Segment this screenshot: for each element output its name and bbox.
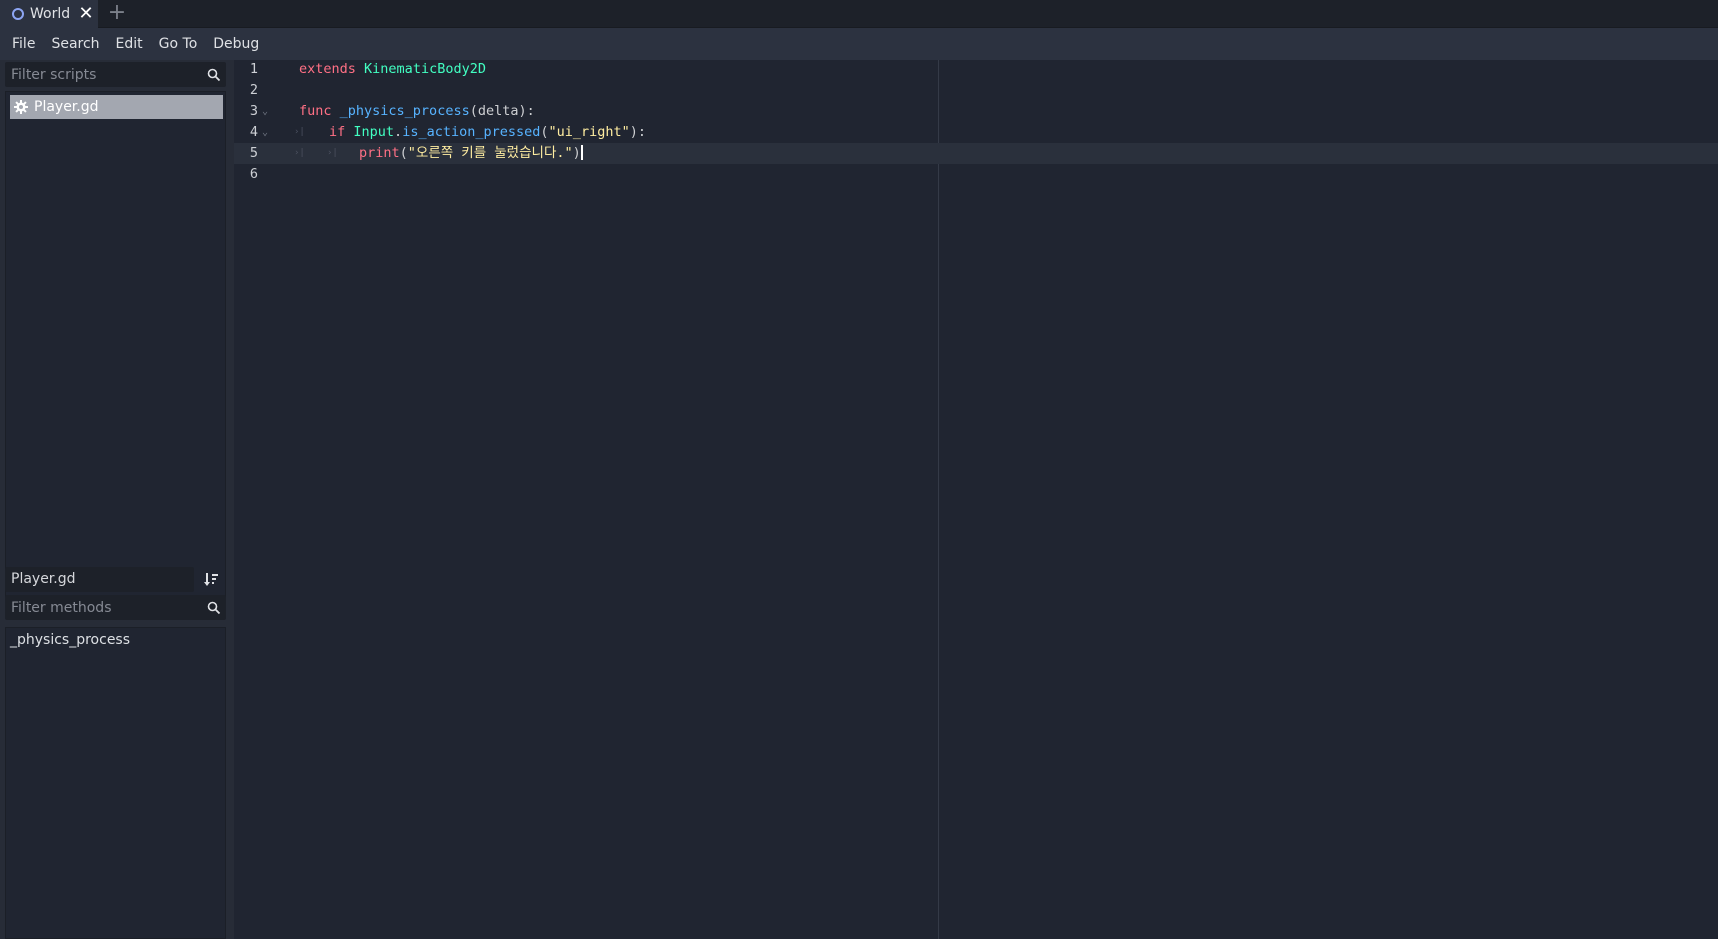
scene-tab-bar: World ✕ + xyxy=(0,0,1718,28)
line-length-guide xyxy=(938,60,939,939)
filter-methods-input[interactable] xyxy=(5,595,202,620)
code-editor[interactable]: 1 extends KinematicBody2D 2 3 ⌄ func _physics… xyxy=(234,60,1718,939)
code-line[interactable]: 1 extends KinematicBody2D xyxy=(234,59,1718,80)
search-icon[interactable] xyxy=(202,595,226,620)
script-item-player[interactable]: Player.gd xyxy=(10,95,223,119)
scene-node-icon xyxy=(12,8,24,20)
script-item-label: Player.gd xyxy=(34,99,99,115)
code-line[interactable]: 2 xyxy=(234,80,1718,101)
text-cursor xyxy=(580,145,583,160)
menu-search[interactable]: Search xyxy=(43,28,107,60)
code-line[interactable]: 4 ⌄ ›| if Input.is_action_pressed("ui_right… xyxy=(234,122,1718,143)
line-number: 5 xyxy=(249,145,258,161)
current-script-name: Player.gd xyxy=(5,566,194,592)
filter-scripts-box xyxy=(5,62,226,87)
menu-go-to[interactable]: Go To xyxy=(151,28,206,60)
method-item[interactable]: _physics_process xyxy=(10,632,130,648)
current-script-row: Player.gd xyxy=(5,565,226,593)
tab-label: World xyxy=(30,6,71,22)
add-tab-button[interactable]: + xyxy=(106,2,128,24)
search-icon[interactable] xyxy=(202,62,226,87)
code-line[interactable]: 3 ⌄ func _physics_process(delta): xyxy=(234,101,1718,122)
sort-icon[interactable] xyxy=(196,567,226,592)
script-menu-bar: File Search Edit Go To Debug xyxy=(0,28,1718,60)
menu-file[interactable]: File xyxy=(4,28,43,60)
methods-list: _physics_process xyxy=(5,627,226,939)
fold-arrow-icon[interactable]: ⌄ xyxy=(259,122,271,143)
fold-arrow-icon[interactable]: ⌄ xyxy=(259,101,271,122)
line-number: 1 xyxy=(249,61,258,77)
filter-scripts-input[interactable] xyxy=(5,62,202,87)
tab-marker-icon: ›| xyxy=(327,148,338,158)
line-number: 3 xyxy=(249,103,258,119)
tab-marker-icon: ›| xyxy=(294,127,305,137)
filter-methods-box xyxy=(5,595,226,620)
tab-world[interactable]: World ✕ xyxy=(0,0,98,28)
menu-debug[interactable]: Debug xyxy=(205,28,267,60)
gear-icon xyxy=(14,100,28,114)
line-number: 4 xyxy=(249,124,258,140)
close-icon[interactable]: ✕ xyxy=(76,3,96,25)
line-number: 2 xyxy=(249,82,258,98)
code-line[interactable]: 6 xyxy=(234,164,1718,185)
tab-marker-icon: ›| xyxy=(294,148,305,158)
code-line[interactable]: 5 ›| ›| print("오른쪽 키를 눌렀습니다.") xyxy=(234,143,1718,164)
line-number: 6 xyxy=(249,166,258,182)
menu-edit[interactable]: Edit xyxy=(108,28,151,60)
scripts-list: Player.gd xyxy=(5,91,226,618)
script-sidebar: Player.gd Player.gd _physics_process xyxy=(0,60,232,939)
